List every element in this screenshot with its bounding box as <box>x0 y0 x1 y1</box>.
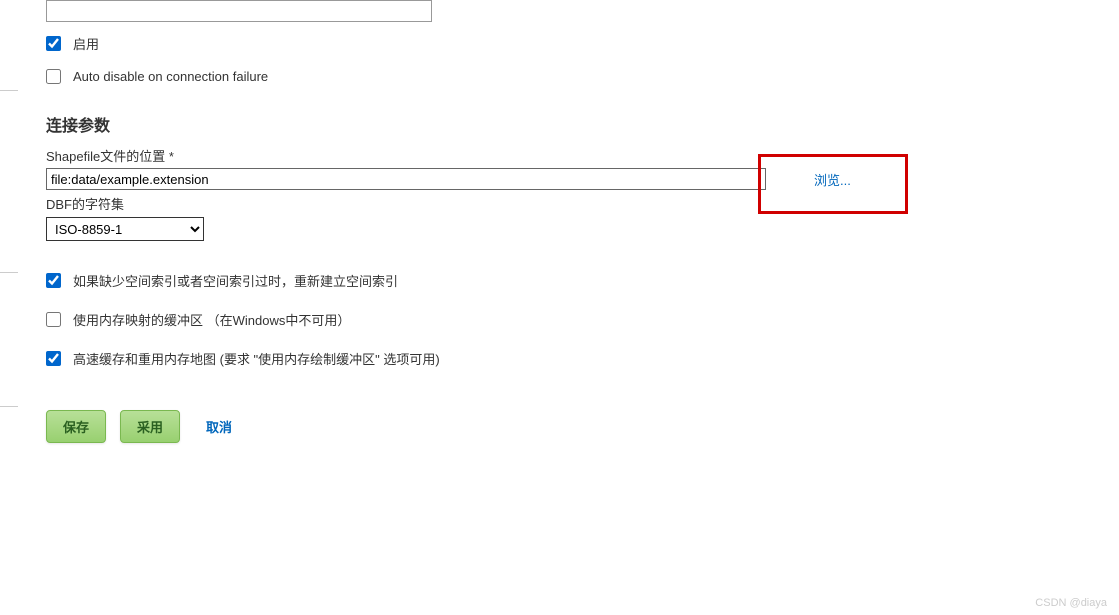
memory-mapped-buffer-label: 使用内存映射的缓冲区 （在Windows中不可用） <box>73 310 350 329</box>
left-divider-tick <box>0 406 18 407</box>
dbf-charset-label: DBF的字符集 <box>46 194 1119 213</box>
left-divider-tick <box>0 90 18 91</box>
auto-disable-checkbox[interactable] <box>46 69 61 84</box>
rebuild-spatial-index-checkbox[interactable] <box>46 273 61 288</box>
enable-checkbox[interactable] <box>46 36 61 51</box>
auto-disable-label: Auto disable on connection failure <box>73 69 268 84</box>
cache-reuse-memory-map-label: 高速缓存和重用内存地图 (要求 "使用内存绘制缓冲区" 选项可用) <box>73 349 440 368</box>
shapefile-location-input[interactable] <box>46 168 766 190</box>
watermark-text: CSDN @diaya <box>1035 597 1107 609</box>
dbf-charset-select[interactable]: ISO-8859-1 <box>46 217 204 241</box>
save-button[interactable]: 保存 <box>46 410 106 443</box>
left-divider-tick <box>0 272 18 273</box>
cancel-link[interactable]: 取消 <box>206 417 232 436</box>
cache-reuse-memory-map-checkbox[interactable] <box>46 351 61 366</box>
memory-mapped-buffer-checkbox[interactable] <box>46 312 61 327</box>
enable-label: 启用 <box>73 34 99 53</box>
shapefile-location-label: Shapefile文件的位置 * <box>46 146 1119 165</box>
connection-params-heading: 连接参数 <box>46 112 1119 136</box>
rebuild-spatial-index-label: 如果缺少空间索引或者空间索引过时，重新建立空间索引 <box>73 271 398 290</box>
apply-button[interactable]: 采用 <box>120 410 180 443</box>
browse-link[interactable]: 浏览... <box>814 170 851 189</box>
top-text-input[interactable] <box>46 0 432 22</box>
